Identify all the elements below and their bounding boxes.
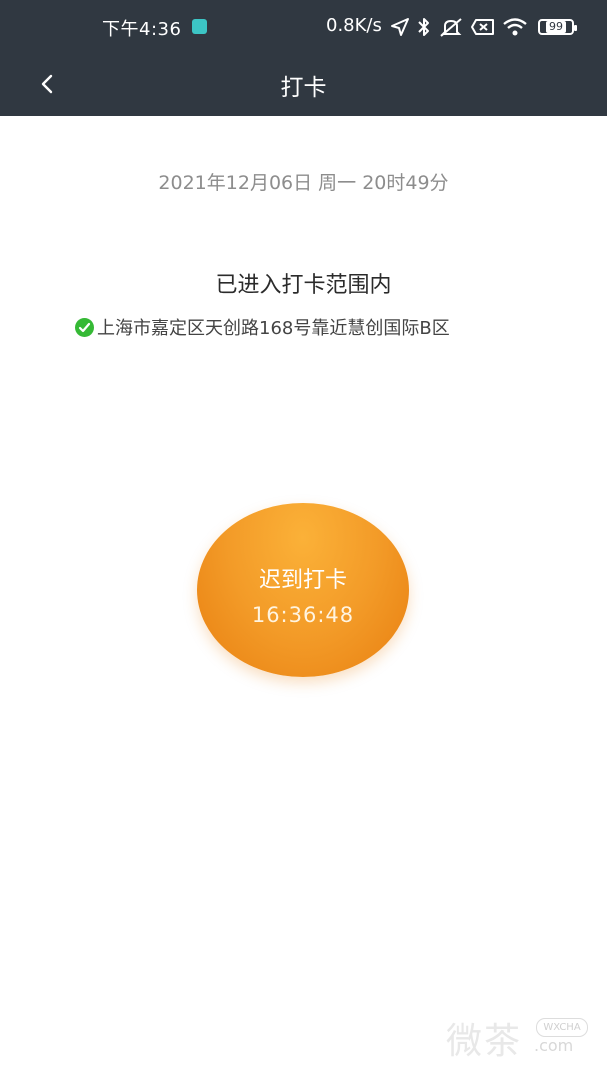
- late-punch-button[interactable]: 迟到打卡 16:36:48: [197, 503, 409, 677]
- check-circle-icon: [75, 317, 94, 337]
- watermark-domain: .com: [534, 1036, 574, 1055]
- mute-icon: [440, 18, 462, 37]
- watermark: 微茶: [446, 1021, 523, 1062]
- app-notification-icon: [192, 19, 207, 34]
- range-status: 已进入打卡范围内: [215, 273, 392, 298]
- nav-header: 打卡: [0, 55, 607, 116]
- current-datetime: 2021年12月06日 周一 20时49分: [158, 172, 449, 194]
- watermark-badge: WXCHA: [536, 1018, 588, 1037]
- location-arrow-icon: [391, 18, 409, 36]
- sim-off-icon: [471, 19, 494, 35]
- status-bar: 下午4:36 0.8K/s 99: [0, 0, 607, 55]
- network-speed: 0.8K/s: [326, 15, 382, 36]
- page-title: 打卡: [280, 75, 327, 101]
- punch-time: 16:36:48: [251, 603, 355, 627]
- bluetooth-icon: [418, 18, 429, 36]
- address-text: 上海市嘉定区天创路168号靠近慧创国际B区: [97, 318, 450, 339]
- status-time: 下午4:36: [102, 19, 182, 40]
- location-address: 上海市嘉定区天创路168号靠近慧创国际B区: [75, 314, 450, 340]
- battery-icon: 99: [538, 19, 577, 35]
- battery-level: 99: [546, 21, 566, 33]
- punch-label: 迟到打卡: [258, 568, 347, 593]
- status-icons: 99: [390, 14, 577, 40]
- wifi-icon: [503, 18, 527, 36]
